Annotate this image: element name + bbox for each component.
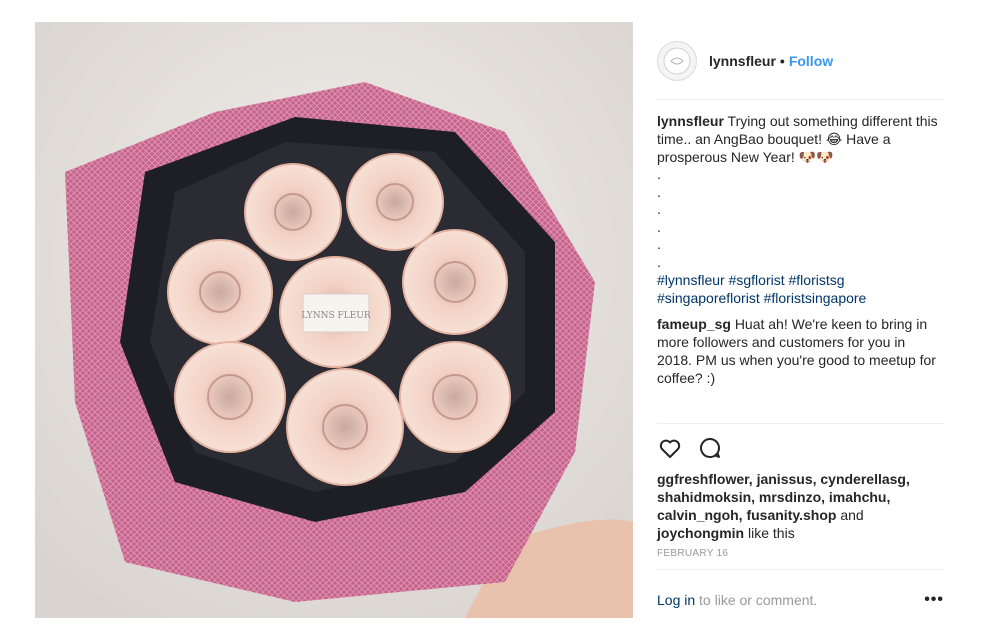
caption-dot: . xyxy=(657,253,661,270)
liker-users[interactable]: ggfreshflower, janissus, cynderellasg, s… xyxy=(657,471,910,523)
username-link[interactable]: lynnsfleur xyxy=(709,53,776,69)
avatar[interactable] xyxy=(657,40,697,81)
separator-dot: • xyxy=(779,52,785,69)
post-header: lynnsfleur • Follow xyxy=(657,22,944,100)
post-sidebar: lynnsfleur • Follow lynnsfleur Trying ou… xyxy=(657,22,944,618)
comment-icon xyxy=(700,437,721,458)
like-button[interactable] xyxy=(657,435,683,461)
likes-summary: ggfreshflower, janissus, cynderellasg, s… xyxy=(657,470,944,542)
follow-button[interactable]: Follow xyxy=(789,53,833,69)
login-link[interactable]: Log in xyxy=(657,592,695,608)
photo-brand-text: LYNNS FLEUR xyxy=(301,311,370,321)
caption-username[interactable]: lynnsfleur xyxy=(657,113,724,129)
heart-icon xyxy=(659,439,681,458)
post-photo[interactable]: LYNNS FLEUR xyxy=(35,22,633,618)
action-bar xyxy=(657,426,944,470)
post-date[interactable]: FEBRUARY 16 xyxy=(657,548,944,570)
caption-dot: . xyxy=(657,201,661,217)
comment-username[interactable]: fameup_sg xyxy=(657,316,731,332)
caption: lynnsfleur Trying out something differen… xyxy=(657,112,944,307)
likes-and: and xyxy=(840,507,864,523)
comment-button[interactable] xyxy=(697,435,723,461)
hashtags: #lynnsfleur #sgflorist #floristsg #singa… xyxy=(657,271,944,307)
more-options-button[interactable]: ••• xyxy=(924,591,944,609)
caption-dot: . xyxy=(657,218,661,235)
login-prompt: to like or comment. xyxy=(699,592,818,608)
caption-dot: . xyxy=(657,166,661,182)
logo-icon xyxy=(663,47,691,74)
liker-user[interactable]: joychongmin xyxy=(657,525,744,541)
bouquet-photo: LYNNS FLEUR xyxy=(35,22,633,618)
likes-suffix: like this xyxy=(748,525,795,541)
caption-dot: . xyxy=(657,183,661,200)
comment-footer: Log in to like or comment. ••• xyxy=(657,570,944,630)
hashtag-link[interactable]: #singaporeflorist #floristsingapore xyxy=(657,290,866,306)
comments-list: lynnsfleur Trying out something differen… xyxy=(657,100,944,424)
hashtag-link[interactable]: #lynnsfleur #sgflorist #floristsg xyxy=(657,272,845,288)
comment-item: fameup_sg Huat ah! We're keen to bring i… xyxy=(657,315,944,387)
caption-dot: . xyxy=(657,236,661,252)
header-text: lynnsfleur • Follow xyxy=(709,53,833,69)
